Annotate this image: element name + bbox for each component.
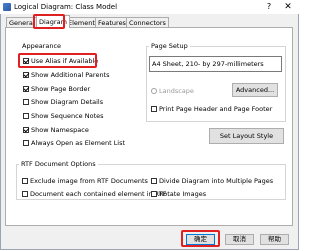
show-page-border-label[interactable]: Show Page Border <box>31 85 90 93</box>
exclude-image-rtf-checkbox[interactable] <box>22 178 28 184</box>
appearance-heading: Appearance <box>20 42 64 50</box>
window-title: Logical Diagram: Class Model <box>14 3 118 11</box>
help-button[interactable]: 帮助 <box>260 234 289 245</box>
landscape-label: Landscape <box>159 87 194 95</box>
set-layout-style-button[interactable]: Set Layout Style <box>209 128 284 144</box>
cancel-button[interactable]: 取消 <box>225 234 254 245</box>
highlight-ok-button <box>181 230 220 247</box>
show-diagram-details-checkbox[interactable] <box>23 99 29 105</box>
show-additional-parents-checkbox[interactable] <box>23 72 29 78</box>
show-sequence-notes-label[interactable]: Show Sequence Notes <box>31 112 104 120</box>
show-additional-parents-label[interactable]: Show Additional Parents <box>31 71 110 79</box>
print-header-footer-label[interactable]: Print Page Header and Page Footer <box>159 105 272 113</box>
document-each-element-checkbox[interactable] <box>22 191 28 197</box>
highlight-diagram-tab <box>33 14 65 29</box>
rotate-images-label[interactable]: Rotate Images <box>159 190 206 198</box>
landscape-checkbox[interactable] <box>151 88 157 94</box>
app-icon <box>3 3 11 11</box>
show-diagram-details-label[interactable]: Show Diagram Details <box>31 98 103 106</box>
advanced-button[interactable]: Advanced... <box>232 83 278 97</box>
show-namespace-checkbox[interactable] <box>23 127 29 133</box>
document-each-element-label[interactable]: Document each contained element in RTF <box>30 190 166 198</box>
always-open-element-list-label[interactable]: Always Open as Element List <box>31 139 125 147</box>
rotate-images-checkbox[interactable] <box>151 191 157 197</box>
close-icon[interactable]: ✕ <box>280 1 296 13</box>
show-page-border-checkbox[interactable] <box>23 86 29 92</box>
help-icon[interactable]: ? <box>262 1 276 13</box>
paper-size-value: A4 Sheet, 210- by 297-millimeters <box>152 60 264 68</box>
show-sequence-notes-checkbox[interactable] <box>23 113 29 119</box>
rtf-options-heading: RTF Document Options <box>19 160 98 168</box>
show-namespace-label[interactable]: Show Namespace <box>31 126 89 134</box>
highlight-use-alias <box>18 53 97 68</box>
divide-diagram-checkbox[interactable] <box>151 178 157 184</box>
divide-diagram-label[interactable]: Divide Diagram into Multiple Pages <box>159 177 273 185</box>
always-open-element-list-checkbox[interactable] <box>23 140 29 146</box>
print-header-footer-checkbox[interactable] <box>151 106 157 112</box>
page-setup-heading: Page Setup <box>149 42 190 50</box>
exclude-image-rtf-label[interactable]: Exclude image from RTF Documents <box>30 177 148 185</box>
